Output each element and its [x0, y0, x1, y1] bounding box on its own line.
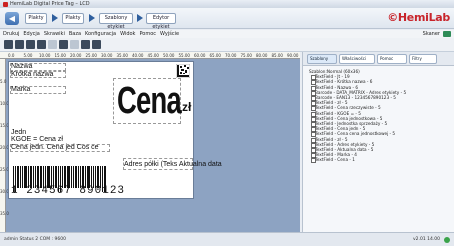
menu-item-baza[interactable]: Baza [69, 31, 81, 37]
title-bar: HemiLab Digital Price Tag – LCD [0, 0, 454, 8]
image-icon[interactable] [59, 40, 68, 49]
status-bar: admin Status 2 COM : 9600 v2.01 14.00 [0, 232, 454, 246]
menu-item-pomoc[interactable]: Pomoc [139, 31, 156, 37]
delete-icon[interactable] [15, 40, 24, 49]
label-canvas[interactable]: Nazwa Krótka nazwa Marka Cena zł Jedn KG… [8, 61, 222, 199]
ruler-tick-label: 60.00 [194, 53, 206, 58]
move-down-icon[interactable] [48, 40, 57, 49]
scanner-icon[interactable] [443, 31, 451, 37]
ruler-tick-label: 90.00 [287, 53, 299, 58]
step-arrow-icon [137, 14, 143, 22]
text-field-icon[interactable] [26, 40, 35, 49]
nav-button-edytor[interactable]: Edytor etykiet [146, 13, 176, 30]
field-cena[interactable]: Cena [117, 80, 182, 123]
ruler-tick-label: 20.00 [70, 53, 82, 58]
tab-wlasciwosci[interactable]: Właściwości [339, 54, 375, 64]
ruler-tick-label: 10.00 [39, 53, 51, 58]
menu-item-wyjscie[interactable]: Wyjście [160, 31, 179, 37]
toolbar [0, 38, 454, 52]
move-up-icon[interactable] [37, 40, 46, 49]
field-cena-jedn[interactable]: Cena jedn. Cena jed Cos ce [11, 144, 99, 151]
ruler-tick-label: 65.00 [209, 53, 221, 58]
tree-item[interactable]: TextField - Cena - 1 [307, 157, 453, 164]
rectangle-icon[interactable] [70, 40, 79, 49]
tab-filtry[interactable]: Filtry [409, 54, 437, 64]
ruler-tick-label: 5.0 [0, 79, 7, 84]
navigation-bar: ◀ Plakty Plakty Szablony etykiet Edytor … [0, 8, 454, 30]
ruler-tick-label: 70.00 [225, 53, 237, 58]
ruler-tick-label: 35.0 [0, 211, 9, 216]
field-kgoe[interactable]: KGOE = Cena zł [11, 136, 63, 143]
datamatrix-code[interactable] [176, 64, 190, 78]
ruler-tick-label: 5.00 [23, 53, 33, 58]
field-krotka-nazwa[interactable]: Krótka nazwa [11, 71, 53, 78]
ruler-tick-label: 35.00 [116, 53, 128, 58]
ruler-tick-label: 30.00 [101, 53, 113, 58]
barcode-digits: 1 234567 890123 [11, 185, 126, 197]
ruler-tick-label: 50.00 [163, 53, 175, 58]
field-marka[interactable]: Marka [11, 86, 30, 93]
label-editor: 0.0 5.00 10.00 15.00 20.00 25.00 30.00 35.00 40.… [0, 52, 300, 232]
ruler-tick-label: 25.00 [85, 53, 97, 58]
ruler-tick-label: 80.00 [256, 53, 268, 58]
back-button[interactable]: ◀ [5, 12, 19, 25]
ruler-tick-label: 45.00 [147, 53, 159, 58]
ruler-tick-label: 75.00 [240, 53, 252, 58]
menu-item-edycja[interactable]: Edycja [23, 31, 40, 37]
ruler-tick-label: 40.00 [132, 53, 144, 58]
vertical-ruler: 5.0 10.0 15.0 20.0 25.0 30.0 35.0 [0, 59, 9, 232]
version-text: v2.01 14.00 [413, 237, 440, 242]
status-text: admin Status 2 COM : 9600 [4, 237, 66, 242]
tab-pomoc[interactable]: Pomoc [377, 54, 407, 64]
window-title: HemiLab Digital Price Tag – LCD [10, 1, 90, 7]
barcode-icon[interactable] [81, 40, 90, 49]
field-adres-polki[interactable]: Adres półki (Teks Aktualna data [124, 161, 222, 168]
app-icon [3, 1, 8, 7]
ruler-tick-label: 0.0 [8, 53, 15, 58]
scanner-label: Skaner [422, 31, 440, 37]
field-nazwa[interactable]: Nazwa [11, 63, 32, 70]
hemilab-logo: ©HemiLab [387, 11, 450, 24]
horizontal-ruler: 0.0 5.00 10.00 15.00 20.00 25.00 30.00 35.00 40.… [0, 52, 300, 59]
menu-item-widok[interactable]: Widok [120, 31, 135, 37]
step-arrow-icon [52, 14, 58, 22]
menu-item-konfiguracja[interactable]: Konfiguracja [85, 31, 116, 37]
menu-bar: Drukuj Edycja Skrawiki Baza Konfiguracja… [0, 30, 454, 38]
nav-button-plakty-1[interactable]: Plakty [25, 13, 47, 24]
step-arrow-icon [89, 14, 95, 22]
save-icon[interactable] [4, 40, 13, 49]
menu-item-drukuj[interactable]: Drukuj [3, 31, 19, 37]
ruler-tick-label: 85.00 [271, 53, 283, 58]
template-tree: Szablon:Normal (60x36) TextField - Jt - … [307, 69, 453, 164]
field-zl[interactable]: zł [182, 100, 191, 114]
nav-button-plakty-2[interactable]: Plakty [62, 13, 84, 24]
tab-szablony[interactable]: Szablony [307, 54, 337, 64]
ruler-tick-label: 15.00 [54, 53, 66, 58]
connection-status-icon [444, 237, 450, 243]
panel-tabs: Szablony Właściwości Pomoc Filtry [303, 52, 454, 66]
print-preview-icon[interactable] [92, 40, 101, 49]
nav-button-szablony[interactable]: Szablony etykiet [99, 13, 133, 30]
ruler-tick-label: 55.00 [178, 53, 190, 58]
field-jedn[interactable]: Jedn [11, 129, 26, 136]
side-panel: Szablony Właściwości Pomoc Filtry Szablo… [302, 52, 454, 232]
menu-item-skrawiki[interactable]: Skrawiki [44, 31, 65, 37]
